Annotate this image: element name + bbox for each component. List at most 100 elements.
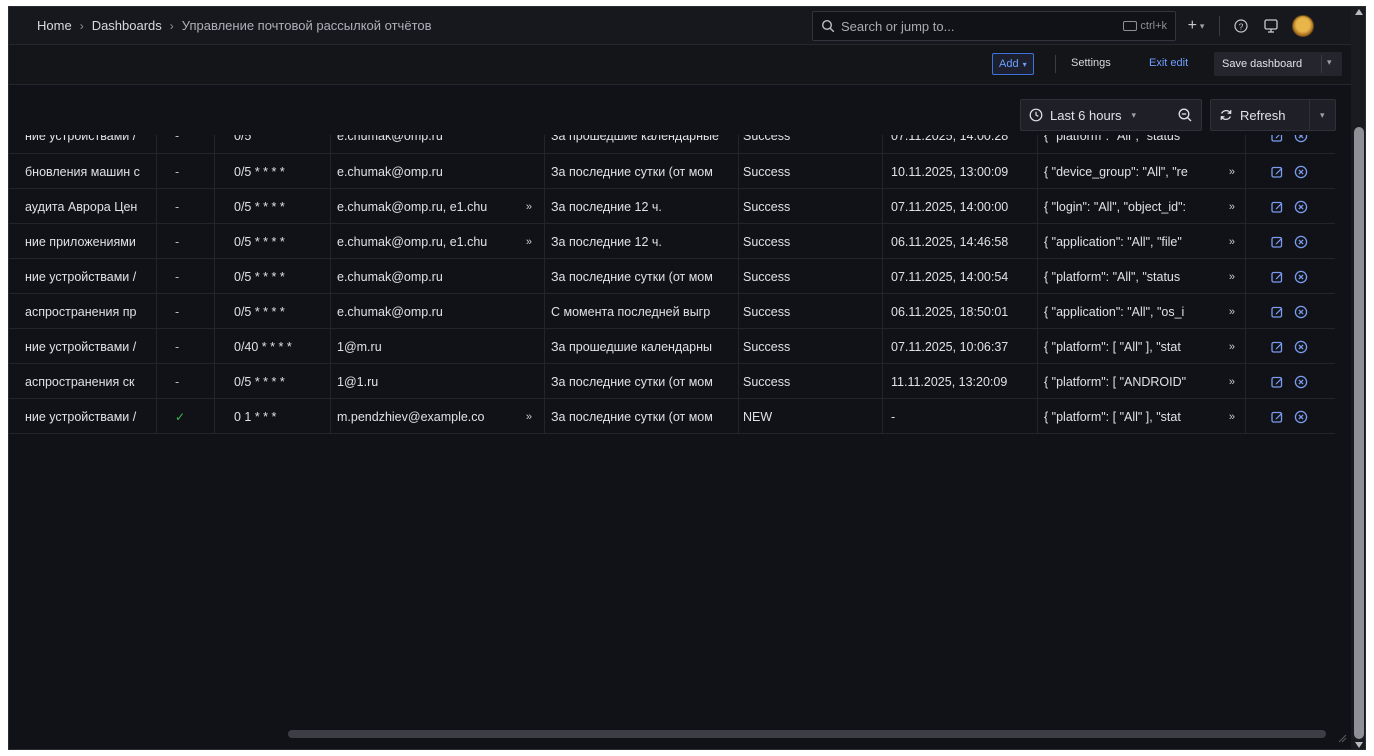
expand-params-button[interactable]: » (1229, 376, 1235, 388)
cell-actions (1245, 294, 1335, 329)
cell-period: За последние 12 ч. (544, 224, 738, 259)
params-text: { "platform": [ "ANDROID" (1044, 374, 1187, 389)
cell-status: Success (738, 329, 882, 364)
new-button[interactable]: + ▾ (1181, 17, 1211, 35)
recipients-text: e.chumak@omp.ru, e1.chu (337, 199, 488, 214)
cell-last-sent: 07.11.2025, 14:00:00 (882, 189, 1037, 224)
time-range-picker[interactable]: Last 6 hours ▾ (1020, 99, 1202, 131)
chevron-down-icon: ▾ (1131, 109, 1137, 120)
recipients-text: e.chumak@omp.ru (337, 269, 443, 284)
cell-status: Success (738, 135, 882, 153)
cell-params: { "platform": "All", "status" (1037, 135, 1245, 153)
resize-grip-icon[interactable] (1337, 733, 1347, 743)
edit-icon[interactable] (1270, 165, 1284, 179)
search-input[interactable]: Search or jump to... ctrl+k (812, 11, 1176, 41)
expand-params-button[interactable]: » (1229, 271, 1235, 283)
cell-period: За последние сутки (от мом (544, 364, 738, 399)
recipients-text: e.chumak@omp.ru (337, 164, 443, 179)
edit-icon[interactable] (1270, 410, 1284, 424)
cell-last-sent: 06.11.2025, 14:46:58 (882, 224, 1037, 259)
avatar[interactable] (1292, 15, 1314, 37)
delete-icon[interactable] (1294, 135, 1308, 143)
help-button[interactable]: ? (1226, 11, 1256, 41)
cell-params: { "login": "All", "object_id": » (1037, 189, 1245, 224)
time-range-label: Last 6 hours (1050, 107, 1122, 123)
divider (1309, 100, 1310, 130)
horizontal-scrollbar[interactable] (288, 730, 1326, 738)
delete-icon[interactable] (1294, 410, 1308, 424)
delete-icon[interactable] (1294, 340, 1308, 354)
expand-params-button[interactable]: » (1229, 306, 1235, 318)
refresh-button[interactable]: Refresh ▾ (1210, 99, 1336, 131)
cell-params: { "platform": "All", "status » (1037, 259, 1245, 294)
params-text: { "platform": [ "All" ], "stat (1044, 339, 1181, 354)
cell-actions (1245, 329, 1335, 364)
vertical-scrollbar-thumb[interactable] (1354, 127, 1364, 739)
cell-schedule: 0/5 * * * * (214, 224, 330, 259)
active-value: - (175, 304, 180, 319)
news-button[interactable] (1256, 11, 1286, 41)
cell-last-sent: 06.11.2025, 18:50:01 (882, 294, 1037, 329)
expand-params-button[interactable]: » (1229, 166, 1235, 178)
search-icon (821, 19, 835, 33)
cell-last-sent: 07.11.2025, 10:06:37 (882, 329, 1037, 364)
edit-icon[interactable] (1270, 270, 1284, 284)
cell-active: - (156, 154, 214, 189)
delete-icon[interactable] (1294, 305, 1308, 319)
cell-schedule: 0/40 * * * * (214, 329, 330, 364)
active-value: - (175, 269, 180, 284)
breadcrumb-dashboards[interactable]: Dashboards (92, 18, 162, 33)
expand-params-button[interactable]: » (1229, 236, 1235, 248)
add-button[interactable]: Add ▾ (992, 53, 1034, 75)
expand-recipients-button[interactable]: » (526, 411, 532, 423)
cell-name: ние устройствами / (25, 339, 137, 354)
cell-recipients: e.chumak@omp.ru, e1.chu » (330, 224, 544, 259)
cell-params: { "application": "All", "os_i » (1037, 294, 1245, 329)
edit-icon[interactable] (1270, 200, 1284, 214)
edit-icon[interactable] (1270, 305, 1284, 319)
news-icon (1264, 19, 1278, 33)
delete-icon[interactable] (1294, 235, 1308, 249)
scroll-down-arrow-icon[interactable] (1355, 742, 1363, 748)
cell-status: Success (738, 364, 882, 399)
save-dashboard-button[interactable]: Save dashboard ▾ (1214, 52, 1342, 76)
zoom-out-icon (1178, 108, 1192, 122)
edit-icon[interactable] (1270, 235, 1284, 249)
cell-recipients: e.chumak@omp.ru, e1.chu » (330, 189, 544, 224)
zoom-out-button[interactable] (1177, 107, 1193, 123)
cell-active: - (156, 364, 214, 399)
expand-params-button[interactable]: » (1229, 201, 1235, 213)
expand-recipients-button[interactable]: » (526, 236, 532, 248)
cell-params: { "platform": [ "All" ], "stat » (1037, 329, 1245, 364)
cell-name: аспространения пр (25, 304, 137, 319)
edit-icon[interactable] (1270, 135, 1284, 143)
cell-name: ние устройствами / (25, 409, 137, 424)
expand-params-button[interactable]: » (1229, 411, 1235, 423)
expand-recipients-button[interactable]: » (526, 201, 532, 213)
table-row: аспространения пр - 0/5 * * * * e.chumak@om… (9, 294, 1335, 329)
top-actions: + ▾ ? (1181, 7, 1314, 45)
delete-icon[interactable] (1294, 200, 1308, 214)
cell-recipients: e.chumak@omp.ru (330, 294, 544, 329)
expand-params-button[interactable]: » (1229, 341, 1235, 353)
delete-icon[interactable] (1294, 270, 1308, 284)
settings-button[interactable]: Settings (1071, 57, 1111, 69)
cell-active: - (156, 135, 214, 153)
clock-icon (1029, 108, 1043, 122)
refresh-interval-dropdown[interactable]: ▾ (1320, 110, 1325, 121)
cell-name: аспространения ск (25, 374, 135, 389)
delete-icon[interactable] (1294, 375, 1308, 389)
chevron-down-icon[interactable]: ▾ (1327, 57, 1332, 68)
scroll-up-arrow-icon[interactable] (1355, 9, 1363, 15)
cell-recipients: e.chumak@omp.ru (330, 135, 544, 153)
active-value: - (175, 234, 180, 249)
edit-icon[interactable] (1270, 375, 1284, 389)
cell-name: аудита Аврора Цен (25, 199, 138, 214)
chevron-down-icon: ▾ (1022, 59, 1027, 69)
params-text: { "login": "All", "object_id": (1044, 199, 1186, 214)
cell-actions (1245, 135, 1335, 153)
breadcrumb-home[interactable]: Home (37, 18, 72, 33)
delete-icon[interactable] (1294, 165, 1308, 179)
exit-edit-button[interactable]: Exit edit (1149, 57, 1188, 69)
edit-icon[interactable] (1270, 340, 1284, 354)
